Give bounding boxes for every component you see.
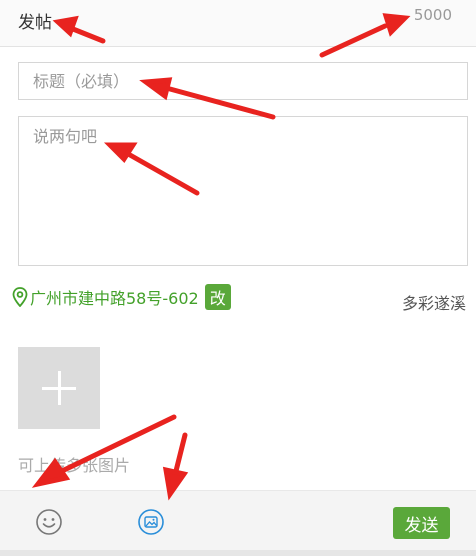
edit-location-button[interactable]: 改: [204, 284, 231, 310]
plus-icon-v: [58, 371, 61, 405]
bottom-toolbar: 发送: [0, 490, 476, 551]
char-count: 5000: [413, 6, 452, 24]
title-input[interactable]: [18, 62, 468, 100]
content-input[interactable]: [18, 116, 468, 266]
upload-hint: 可上传多张图片: [18, 456, 131, 475]
add-image-button[interactable]: [18, 347, 100, 429]
location-pin-icon: [12, 287, 28, 307]
location-row: 广州市建中路58号-602 改: [12, 284, 231, 310]
header-bar: 发帖 5000: [0, 0, 476, 47]
location-address: 广州市建中路58号-602: [30, 289, 199, 308]
page-title: 发帖: [18, 13, 52, 33]
image-icon[interactable]: [137, 508, 165, 536]
bottom-strip: [0, 550, 476, 556]
circle-name[interactable]: 多彩遂溪: [402, 290, 466, 314]
send-button[interactable]: 发送: [393, 507, 450, 539]
smiley-icon[interactable]: [35, 508, 63, 536]
post-compose-screen: 发帖 5000 广州市建中路58号-602 改 多彩遂溪 可上传多张图片 发送: [0, 0, 476, 556]
arrow-image: [172, 432, 188, 478]
